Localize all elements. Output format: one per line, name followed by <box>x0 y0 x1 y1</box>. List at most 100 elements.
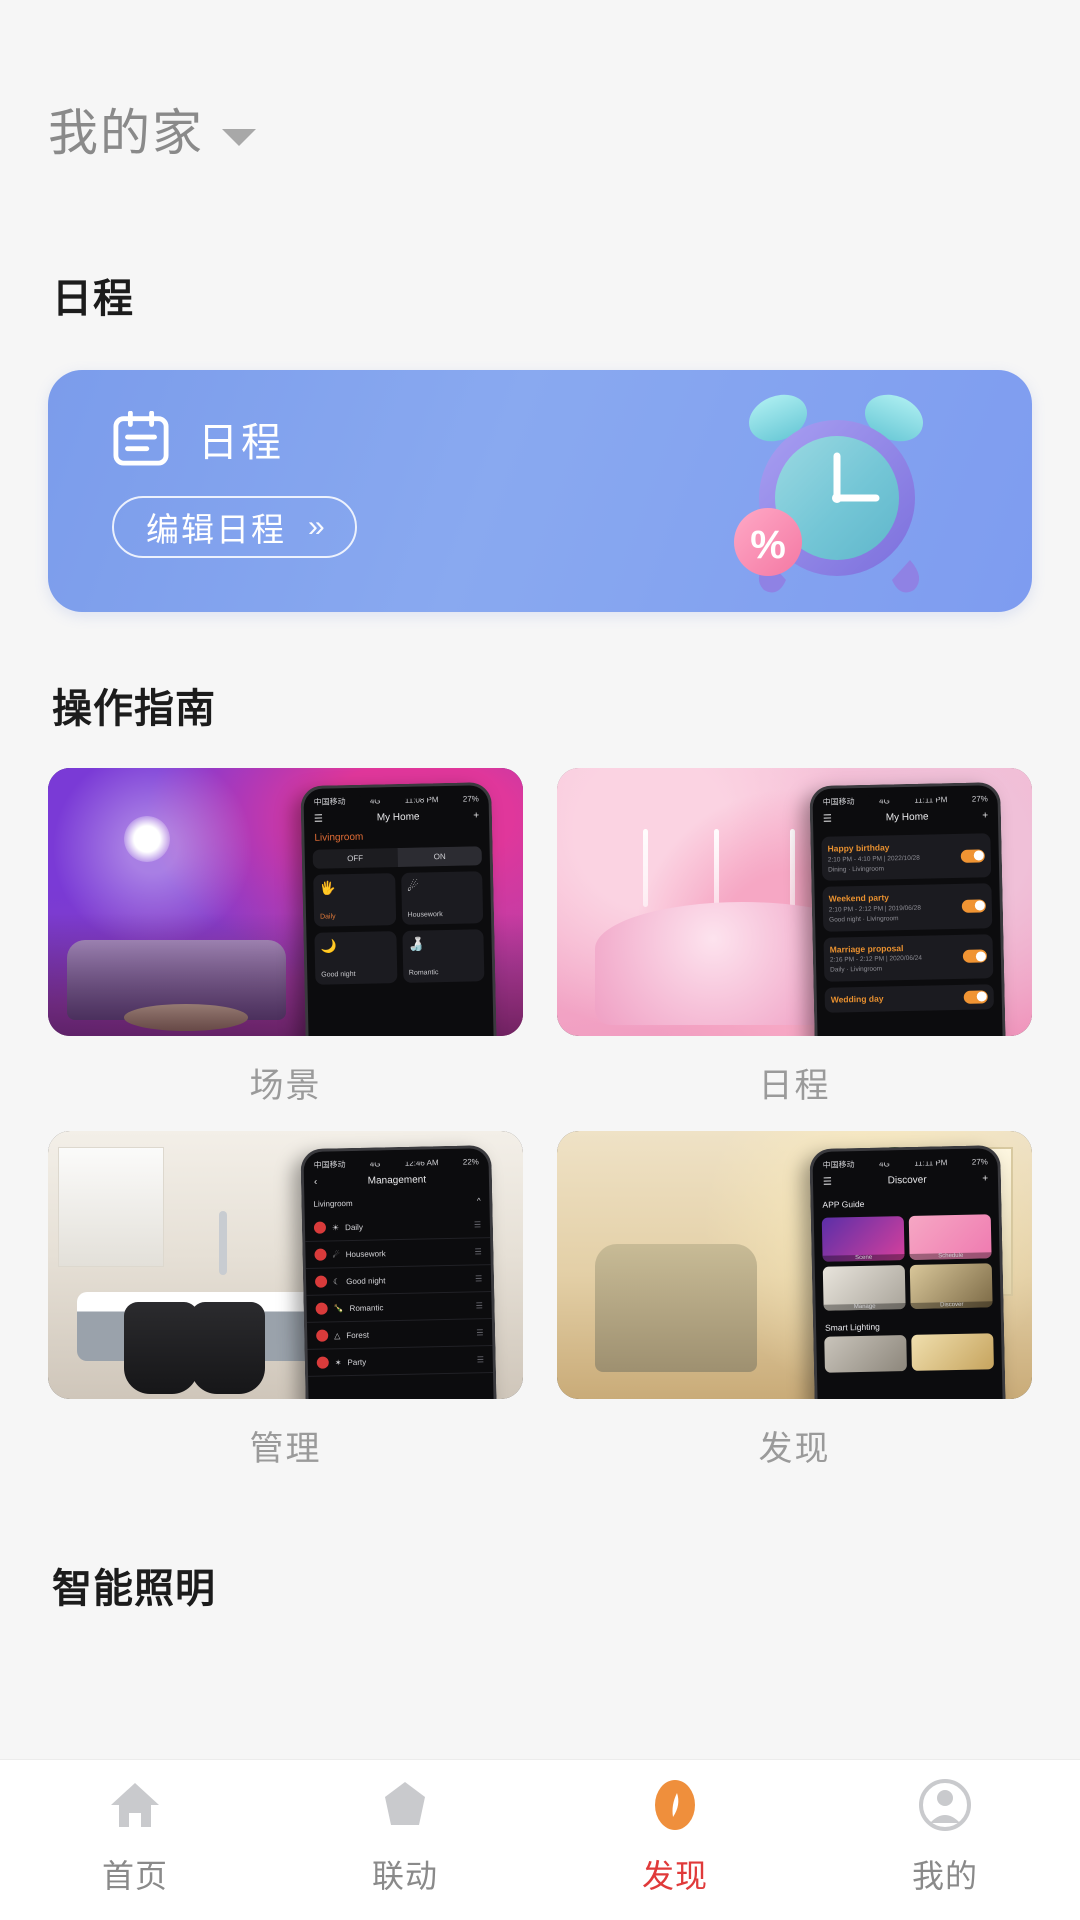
glasses-icon: 🍶 <box>408 936 425 952</box>
phone-notch <box>357 786 436 800</box>
discover-card: Manage <box>823 1265 907 1311</box>
home-selector[interactable]: 我的家 <box>0 0 1080 158</box>
lighting-thumb <box>824 1335 908 1373</box>
bottom-navigation: 首页 联动 发现 我的 <box>0 1759 1080 1920</box>
lighting-thumb <box>911 1333 995 1372</box>
carrier-label: 中国移动 <box>313 797 346 807</box>
tab-home-label: 首页 <box>101 1858 168 1894</box>
edit-schedule-label: 编辑日程 <box>146 511 286 548</box>
add-icon: + <box>473 810 480 822</box>
candle-shape <box>789 829 795 908</box>
drag-handle-icon: ☰ <box>475 1273 483 1283</box>
broom-icon: ☄ <box>407 878 420 894</box>
section-title-lighting: 智能照明 <box>52 1567 216 1611</box>
schedule-name: Wedding day <box>830 993 884 1005</box>
schedule-row-text: Wedding day <box>831 992 884 1006</box>
sun-icon: ☀ <box>332 1222 340 1232</box>
guide-card-discover[interactable]: 中国移动 4G 11:11 PM 27% ☰ Discover + APP Gu… <box>557 1131 1032 1484</box>
schedule-name: Marriage proposal <box>829 942 904 955</box>
discover-card-caption: Discover <box>910 1301 994 1310</box>
guide-card-schedule[interactable]: 中国移动 4G 11:11 PM 27% ☰ My Home + Happy b… <box>557 768 1032 1121</box>
battery-label: 27% <box>971 794 989 804</box>
manage-row: △ Forest ☰ <box>307 1319 493 1351</box>
manage-row-label: Good night <box>346 1275 386 1286</box>
schedule-row: Weekend party 2:10 PM - 2:12 PM | 2019/0… <box>822 883 993 932</box>
phone-title: Discover <box>887 1174 927 1187</box>
home-icon <box>111 1783 159 1827</box>
add-icon: + <box>982 810 989 822</box>
schedule-banner[interactable]: 日程 编辑日程 » % <box>48 370 1032 612</box>
page-title: 我的家 <box>48 105 204 161</box>
guide-thumb[interactable]: 中国移动 4G 11:08 PM 27% ☰ My Home + Livingr… <box>48 768 523 1036</box>
scene-tiles: 🖐 Daily ☄ Housework 🌙 Good night 🍶 Roman… <box>313 871 485 985</box>
delete-icon <box>314 1248 327 1261</box>
discover-card: Schedule <box>909 1214 993 1261</box>
stool-shape <box>190 1301 265 1394</box>
phone-title: Management <box>367 1174 427 1187</box>
schedule-tags: Daily · Livingroom <box>830 965 883 974</box>
drag-handle-icon: ☰ <box>476 1354 485 1364</box>
schedule-toggle <box>964 990 989 1004</box>
scene-tile-label: Housework <box>407 911 443 919</box>
edit-schedule-button[interactable]: 编辑日程 » <box>112 496 357 558</box>
manage-row-label: Romantic <box>349 1302 384 1313</box>
scene-tile: 🖐 Daily <box>313 873 397 927</box>
delete-icon <box>315 1275 328 1288</box>
scene-tile-label: Romantic <box>409 969 439 977</box>
phone-title: My Home <box>885 811 929 824</box>
chevron-down-icon[interactable] <box>222 128 256 146</box>
candle-shape <box>642 829 648 908</box>
group-label: Livingroom <box>313 1199 353 1209</box>
tab-home[interactable]: 首页 <box>0 1777 270 1903</box>
delete-icon <box>315 1302 329 1315</box>
discover-card: Scene <box>821 1216 906 1262</box>
candle-shape <box>713 829 719 908</box>
scroll-content[interactable]: 我的家 日程 日程 编辑日程 » % 操作指南 中国移动 4G 11:08 PM… <box>0 0 1080 1760</box>
guide-thumb[interactable]: 中国移动 4G 12:46 AM 22% ‹ Management Living… <box>48 1131 523 1399</box>
drag-handle-icon: ☰ <box>474 1246 483 1256</box>
cabinet-shape <box>57 1147 164 1267</box>
schedule-row-text: Marriage proposal 2:16 PM - 2:12 PM | 20… <box>830 941 923 975</box>
guide-card-manage[interactable]: 中国移动 4G 12:46 AM 22% ‹ Management Living… <box>48 1131 523 1484</box>
schedule-row-text: Weekend party 2:10 PM - 2:12 PM | 2019/0… <box>829 891 922 925</box>
guide-thumb[interactable]: 中国移动 4G 11:11 PM 27% ☰ Discover + APP Gu… <box>557 1131 1032 1399</box>
scene-tile-label: Good night <box>321 970 356 979</box>
tab-profile[interactable]: 我的 <box>810 1777 1080 1903</box>
discover-card-caption: Scene <box>822 1254 906 1262</box>
tab-automation-label: 联动 <box>371 1858 438 1894</box>
moon-icon: 🌙 <box>320 938 338 954</box>
manage-row-label: Party <box>347 1357 367 1367</box>
carrier-label: 中国移动 <box>822 797 855 807</box>
delete-icon <box>314 1221 327 1234</box>
battery-label: 27% <box>971 1157 989 1167</box>
stool-shape <box>124 1301 198 1394</box>
section-title-schedule: 日程 <box>52 277 134 321</box>
guide-card-caption: 日程 <box>758 1067 831 1105</box>
tree-icon: △ <box>334 1330 341 1340</box>
phone-notch <box>357 1149 436 1163</box>
lamp-shape <box>124 816 170 863</box>
discover-icon <box>655 1780 695 1830</box>
drag-handle-icon: ☰ <box>475 1300 484 1310</box>
schedule-tags: Good night · Livingroom <box>829 915 899 924</box>
manage-row: 🍾 Romantic ☰ <box>306 1292 493 1324</box>
chair-shape <box>595 1243 757 1373</box>
manage-row: ☄ Housework ☰ <box>305 1238 492 1270</box>
svg-text:%: % <box>750 523 786 567</box>
phone-mockup-schedule: 中国移动 4G 11:11 PM 27% ☰ My Home + Happy b… <box>809 782 1007 1036</box>
automation-icon <box>385 1782 425 1825</box>
discover-section-title: APP Guide <box>822 1198 865 1210</box>
tab-discover-label: 发现 <box>641 1858 708 1894</box>
faucet-shape <box>219 1211 227 1276</box>
schedule-row: Happy birthday 2:10 PM - 4:10 PM | 2022/… <box>821 833 992 882</box>
tab-discover[interactable]: 发现 <box>540 1777 810 1903</box>
tab-automation[interactable]: 联动 <box>270 1777 540 1903</box>
schedule-toggle <box>963 949 988 964</box>
guide-thumb[interactable]: 中国移动 4G 11:11 PM 27% ☰ My Home + Happy b… <box>557 768 1032 1036</box>
schedule-time: 2:10 PM - 4:10 PM | 2022/10/28 <box>828 854 921 864</box>
power-segment: OFF ON <box>312 846 483 869</box>
discover-card-caption: Schedule <box>909 1252 993 1261</box>
guide-card-scene[interactable]: 中国移动 4G 11:08 PM 27% ☰ My Home + Livingr… <box>48 768 523 1121</box>
manage-row-label: Forest <box>346 1330 370 1340</box>
glasses-icon: 🍾 <box>333 1303 344 1313</box>
